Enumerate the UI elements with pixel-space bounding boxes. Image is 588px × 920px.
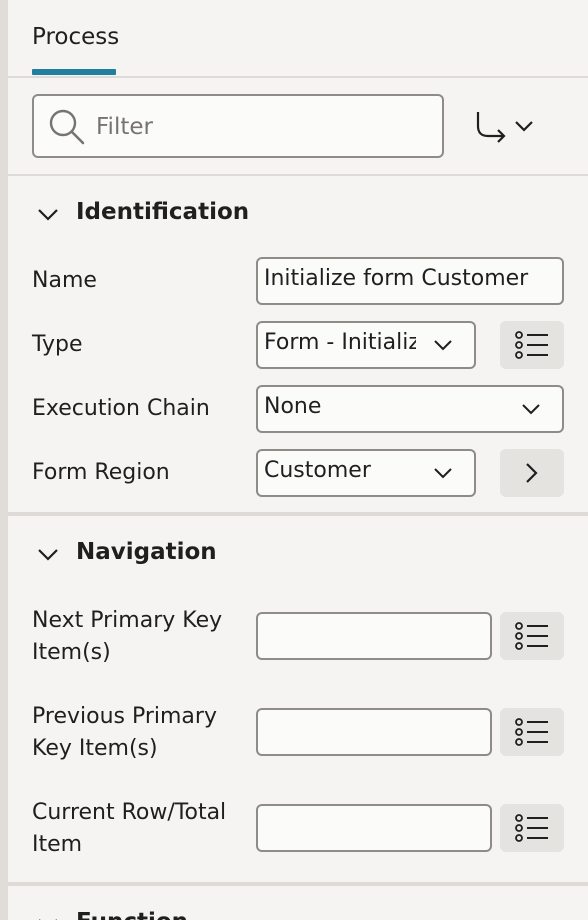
form-region-select[interactable]: Customer bbox=[256, 449, 476, 497]
current-row-input[interactable] bbox=[256, 804, 492, 852]
chevron-down-icon bbox=[39, 919, 57, 920]
search-icon bbox=[49, 109, 85, 145]
goto-menu-button[interactable] bbox=[470, 106, 542, 146]
form-region-value: Customer bbox=[264, 458, 371, 483]
execution-chain-value: None bbox=[264, 394, 322, 419]
panel-left-edge bbox=[0, 0, 8, 920]
chevron-down-icon bbox=[434, 468, 452, 479]
section-function-header[interactable]: Function bbox=[8, 904, 588, 920]
next-pk-label: Next Primary Key Item(s) bbox=[32, 608, 223, 665]
chevron-down-icon bbox=[434, 340, 452, 351]
current-row-label: Current Row/Total Item bbox=[32, 800, 227, 857]
current-row-list-button[interactable] bbox=[500, 804, 564, 852]
prev-pk-label: Previous Primary Key Item(s) bbox=[32, 704, 217, 761]
form-region-goto-button[interactable] bbox=[500, 449, 564, 497]
type-label: Type bbox=[32, 332, 83, 357]
type-value: Form - Initialize bbox=[264, 330, 416, 355]
list-icon bbox=[515, 622, 548, 650]
prev-pk-list-button[interactable] bbox=[500, 708, 564, 756]
active-tab-indicator bbox=[32, 69, 116, 75]
form-region-label: Form Region bbox=[32, 460, 170, 485]
name-field[interactable]: Initialize form Customer bbox=[256, 257, 564, 305]
type-list-button[interactable] bbox=[500, 321, 564, 369]
toolbar bbox=[8, 78, 588, 176]
chevron-right-icon bbox=[526, 463, 538, 483]
next-pk-list-button[interactable] bbox=[500, 612, 564, 660]
name-value: Initialize form Customer bbox=[264, 266, 529, 291]
prev-pk-input[interactable] bbox=[256, 708, 492, 756]
section-identification-header[interactable]: Identification bbox=[8, 194, 588, 234]
name-label: Name bbox=[32, 268, 97, 293]
section-divider bbox=[8, 882, 588, 886]
list-icon bbox=[515, 814, 548, 842]
next-pk-input[interactable] bbox=[256, 612, 492, 660]
section-title: Navigation bbox=[76, 539, 217, 565]
chevron-down-icon bbox=[38, 549, 58, 561]
tab-process[interactable]: Process bbox=[32, 24, 119, 50]
section-navigation-header[interactable]: Navigation bbox=[8, 534, 588, 574]
type-select[interactable]: Form - Initialize bbox=[256, 321, 476, 369]
chevron-down-icon bbox=[38, 209, 58, 221]
tab-bar: Process bbox=[8, 0, 588, 78]
filter-input[interactable] bbox=[96, 108, 426, 146]
arrow-goto-icon bbox=[476, 112, 533, 143]
list-icon bbox=[515, 331, 548, 359]
filter-field[interactable] bbox=[32, 94, 444, 158]
chevron-down-icon bbox=[522, 404, 540, 415]
section-title: Identification bbox=[76, 199, 250, 225]
property-editor-panel: Process Identification Name Initialize bbox=[8, 0, 588, 920]
section-divider bbox=[8, 512, 588, 516]
execution-chain-label: Execution Chain bbox=[32, 396, 210, 421]
execution-chain-select[interactable]: None bbox=[256, 385, 564, 433]
section-title: Function bbox=[76, 909, 188, 920]
list-icon bbox=[515, 718, 548, 746]
